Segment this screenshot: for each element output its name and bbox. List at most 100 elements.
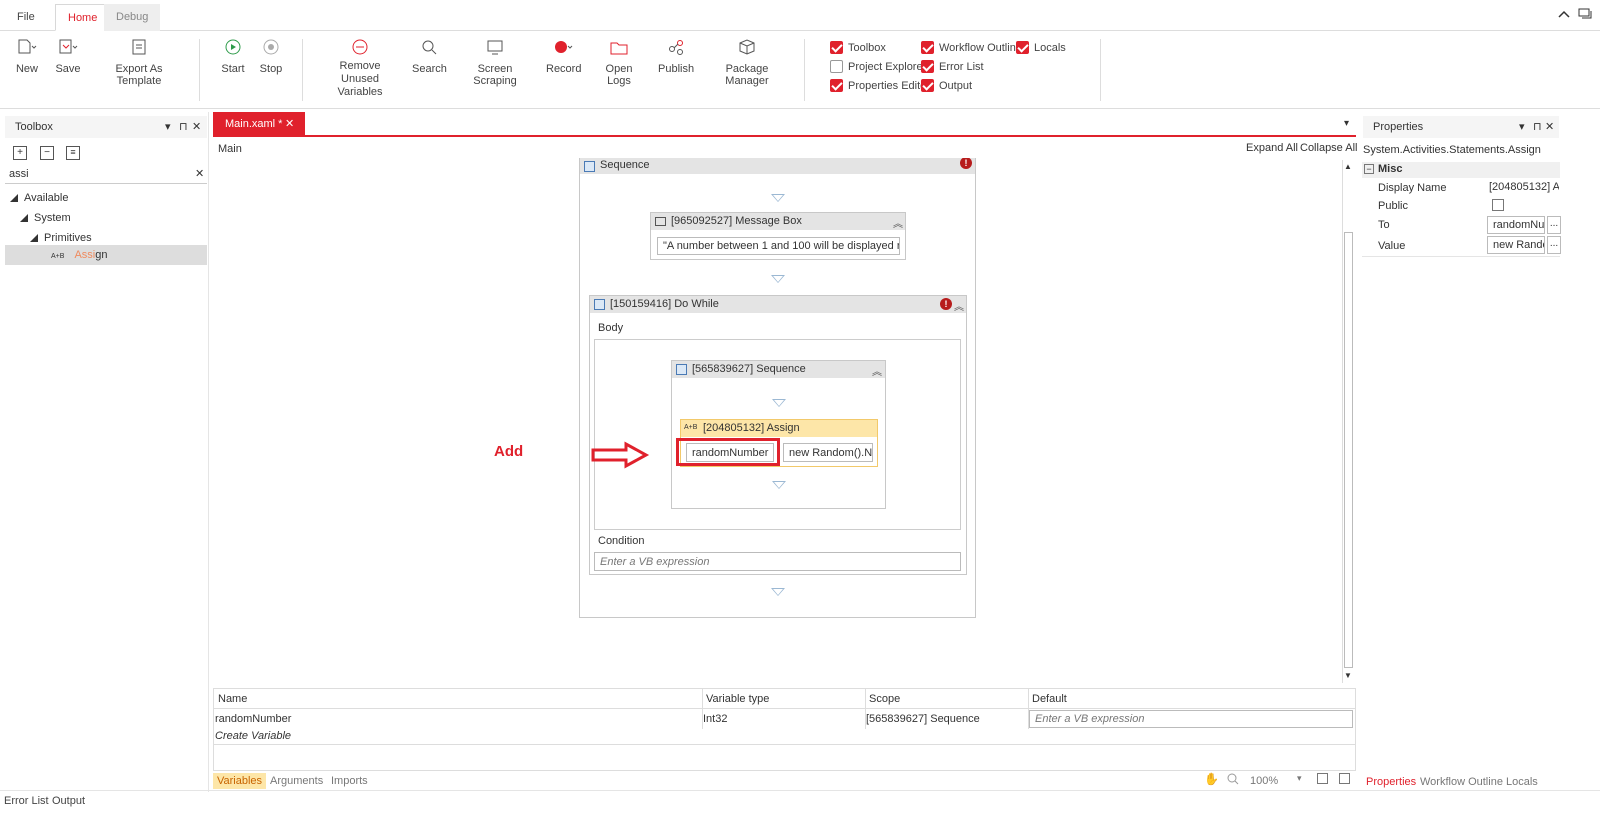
body-container[interactable]: [565839627] Sequence ︽ [204805132] Assig…: [594, 339, 961, 530]
assign-value-input[interactable]: new Random().Ne:: [783, 443, 873, 462]
do-while-activity[interactable]: [150159416] Do While ! ︽ Body [565839627…: [589, 295, 967, 575]
clear-search-icon[interactable]: ✕: [195, 167, 204, 180]
message-box-text-input[interactable]: "A number between 1 and 100 will be disp…: [657, 237, 900, 255]
tree-available[interactable]: Available: [10, 188, 68, 208]
drop-arrow-icon[interactable]: [772, 399, 786, 407]
toolbox-search[interactable]: assi ✕: [5, 166, 207, 184]
close-icon[interactable]: ✕: [192, 116, 201, 138]
screen-scraping-label: Screen Scraping: [473, 63, 517, 87]
tab-workflow-outline[interactable]: Workflow Outline: [1420, 774, 1503, 790]
var-type-cell[interactable]: Int32: [703, 709, 727, 729]
new-label: New: [15, 63, 38, 75]
tree-system[interactable]: System: [20, 208, 71, 228]
var-default-input[interactable]: Enter a VB expression: [1029, 710, 1353, 728]
drop-arrow-icon[interactable]: [771, 588, 785, 596]
tab-error-list[interactable]: Error List: [4, 793, 49, 809]
prop-value-ellipsis-button[interactable]: ...: [1547, 236, 1561, 254]
open-logs-button[interactable]: Open Logs: [594, 37, 644, 87]
tab-main-xaml[interactable]: Main.xaml * ✕: [213, 112, 305, 136]
check-error-list[interactable]: Error List: [921, 60, 984, 74]
collapse-icon[interactable]: ︽: [872, 363, 882, 378]
ribbon-separator: [804, 39, 805, 101]
create-variable-link[interactable]: Create Variable: [215, 727, 291, 745]
zoom-icon[interactable]: [1227, 773, 1239, 785]
overview-icon[interactable]: [1339, 773, 1350, 784]
publish-button[interactable]: Publish: [658, 37, 694, 75]
export-template-button[interactable]: Export As Template: [96, 37, 182, 87]
inner-sequence[interactable]: [565839627] Sequence ︽ [204805132] Assig…: [671, 360, 886, 509]
prop-value-input[interactable]: new Rando: [1487, 236, 1545, 254]
tab-file[interactable]: File: [5, 4, 47, 31]
zoom-level[interactable]: 100%: [1250, 773, 1278, 789]
check-workflow-outline[interactable]: Workflow Outline: [921, 41, 1022, 55]
prop-to-input[interactable]: randomNur: [1487, 216, 1545, 234]
public-checkbox[interactable]: [1492, 199, 1504, 211]
tab-overflow-icon[interactable]: ▾: [1344, 118, 1349, 129]
toolbox-item-assign[interactable]: A+B Assign: [5, 245, 207, 265]
expand-all-icon[interactable]: +: [13, 146, 27, 160]
collapse-all-icon[interactable]: −: [40, 146, 54, 160]
menu-bar: File Home Debug: [0, 0, 1600, 31]
dropdown-icon[interactable]: ▾: [1519, 116, 1525, 138]
check-project-explorer[interactable]: Project Explorer: [830, 60, 926, 74]
record-button[interactable]: Record: [546, 37, 581, 75]
tab-home[interactable]: Home: [55, 4, 111, 31]
tab-variables[interactable]: Variables: [213, 773, 267, 789]
prop-display-name-value[interactable]: [204805132] Assi: [1489, 181, 1559, 193]
dropdown-icon[interactable]: ▾: [165, 116, 171, 138]
message-box-activity[interactable]: [965092527] Message Box ︽ "A number betw…: [650, 212, 906, 260]
toolbox-search-input[interactable]: assi: [9, 168, 29, 180]
scroll-up-icon[interactable]: ▲: [1344, 162, 1352, 171]
assign-activity[interactable]: [204805132] Assign A+B randomNumber new …: [676, 419, 878, 467]
assign-to-input[interactable]: randomNumber: [686, 443, 774, 462]
tab-debug[interactable]: Debug: [104, 4, 161, 31]
remove-unused-variables-button[interactable]: Remove Unused Variables: [322, 37, 398, 99]
scroll-down-icon[interactable]: ▼: [1344, 671, 1352, 680]
collapse-icon[interactable]: ︽: [954, 298, 964, 313]
fit-to-screen-icon[interactable]: [1317, 773, 1328, 784]
close-icon[interactable]: ✕: [1545, 116, 1554, 138]
tab-locals[interactable]: Locals: [1506, 774, 1538, 790]
tab-properties[interactable]: Properties: [1366, 774, 1416, 790]
tab-output[interactable]: Output: [52, 793, 85, 809]
hand-tool-icon[interactable]: ✋: [1204, 772, 1219, 786]
outer-sequence[interactable]: Sequence ! [965092527] Message Box ︽ "A …: [579, 158, 976, 618]
stop-button[interactable]: Stop: [258, 37, 284, 75]
zoom-dropdown-icon[interactable]: ▾: [1297, 773, 1302, 784]
package-manager-button[interactable]: Package Manager: [706, 37, 788, 87]
drop-arrow-icon[interactable]: [771, 275, 785, 283]
expand-all-link[interactable]: Expand All: [1246, 142, 1298, 154]
pin-icon[interactable]: ⊓: [1533, 116, 1542, 138]
prop-to-ellipsis-button[interactable]: ...: [1547, 216, 1561, 234]
stop-label: Stop: [259, 63, 283, 75]
condition-input[interactable]: Enter a VB expression: [594, 552, 961, 571]
scroll-thumb[interactable]: [1344, 232, 1353, 668]
drop-arrow-icon[interactable]: [771, 194, 785, 202]
collapse-ribbon-icon[interactable]: [1558, 10, 1570, 18]
drop-arrow-icon[interactable]: [772, 481, 786, 489]
pin-icon[interactable]: ⊓: [179, 116, 188, 138]
tab-imports[interactable]: Imports: [331, 773, 368, 789]
tab-arguments[interactable]: Arguments: [270, 773, 323, 789]
check-locals[interactable]: Locals: [1016, 41, 1066, 55]
misc-section[interactable]: − Misc: [1362, 162, 1560, 178]
designer-scrollbar[interactable]: ▲ ▼: [1342, 160, 1354, 683]
start-button[interactable]: Start: [220, 37, 246, 75]
var-name-cell[interactable]: randomNumber: [215, 709, 291, 729]
check-toolbox[interactable]: Toolbox: [830, 41, 886, 55]
collapse-icon[interactable]: ︽: [893, 215, 903, 230]
check-output[interactable]: Output: [921, 79, 972, 93]
close-tab-icon[interactable]: ✕: [285, 112, 294, 136]
screen-scraping-button[interactable]: Screen Scraping: [458, 37, 532, 87]
save-button[interactable]: Save: [55, 37, 81, 75]
list-view-icon[interactable]: ≡: [66, 146, 80, 160]
designer-canvas[interactable]: Sequence ! [965092527] Message Box ︽ "A …: [213, 158, 1343, 684]
collapse-section-icon[interactable]: −: [1364, 164, 1374, 174]
feedback-icon[interactable]: [1578, 7, 1592, 21]
var-scope-cell[interactable]: [565839627] Sequence: [866, 709, 980, 729]
collapse-all-link[interactable]: Collapse All: [1300, 142, 1357, 154]
search-button[interactable]: Search: [412, 37, 447, 75]
breadcrumb[interactable]: Main: [218, 143, 242, 155]
check-properties-editor[interactable]: Properties Editor: [830, 79, 930, 93]
new-button[interactable]: New: [14, 37, 40, 75]
